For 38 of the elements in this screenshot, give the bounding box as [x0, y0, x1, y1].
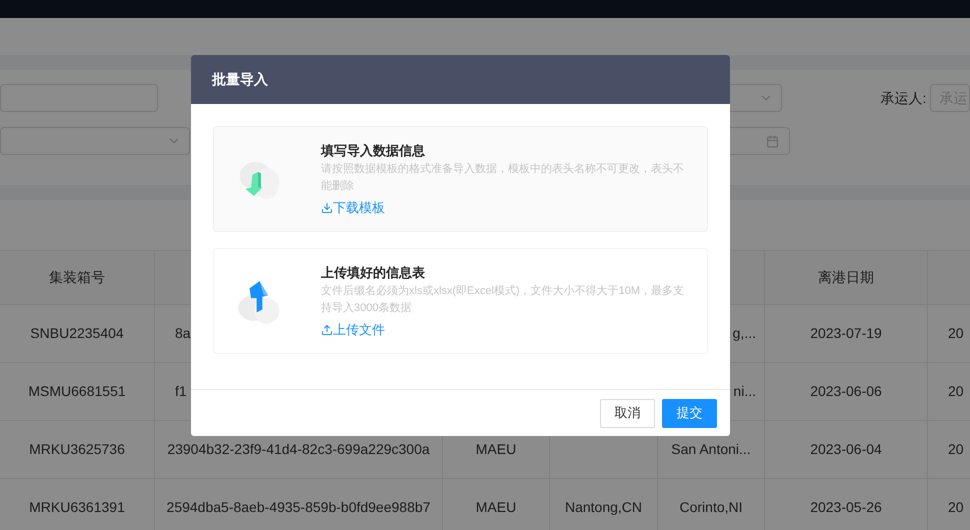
column-header: 集装箱号	[49, 268, 105, 287]
calendar-icon	[766, 134, 779, 148]
table-cell-text: 2023-07-19	[810, 324, 882, 343]
upload-icon	[321, 324, 333, 336]
table-cell-text: MAEU	[476, 440, 516, 459]
table-cell-text: 2023-06-04	[810, 440, 882, 459]
table-cell-text: MAEU	[476, 498, 516, 517]
download-icon	[321, 202, 333, 214]
step-description: 文件后缀名必须为xls或xlsx(即Excel模式)，文件大小不得大于10M，最多支持导入3000条数据	[321, 284, 686, 316]
step-title: 上传填好的信息表	[321, 264, 426, 282]
column-header: 离港日期	[818, 268, 874, 287]
table-cell-text: Corinto,NI	[679, 498, 743, 517]
table-cell-text: 2023-05-26	[810, 498, 882, 517]
table-cell-text: g,...	[732, 324, 756, 343]
table-cell-text: 23904b32-23f9-41d4-82c3-699a229c300a	[167, 440, 430, 459]
table-cell-text: 20	[948, 382, 964, 401]
table-cell-text: Nantong,CN	[564, 498, 642, 517]
table-cell-text: ni...	[733, 382, 756, 401]
table-cell-text: 2023-06-06	[810, 382, 882, 401]
table-cell-text: 20	[948, 324, 964, 343]
table-cell-text: MRKU6361391	[29, 498, 125, 517]
table-cell-text: 20	[948, 440, 964, 459]
table-cell-text: f1	[175, 382, 187, 401]
table-cell-text: MSMU6681551	[28, 382, 126, 401]
step-title: 填写导入数据信息	[321, 142, 426, 160]
filter-select[interactable]	[0, 127, 190, 155]
table-cell-text: SNBU2235404	[30, 324, 124, 343]
download-template-link[interactable]: 下载模板	[321, 198, 385, 218]
table-cell-text: San Antoni...	[671, 440, 751, 459]
table-cell-text: 20	[948, 498, 964, 517]
submit-button[interactable]: 提交	[662, 398, 717, 428]
upload-file-link[interactable]: 上传文件	[321, 320, 385, 340]
dialog-title: 批量导入	[212, 70, 268, 89]
cancel-button[interactable]: 取消	[600, 398, 655, 428]
table-cell-text: MRKU3625736	[29, 440, 125, 459]
table-cell-text: 2594dba5-8aeb-4935-859b-b0fd9ee988b7	[166, 498, 430, 517]
table-cell-text: 8a	[175, 324, 191, 343]
carrier-label: 承运人:	[880, 88, 926, 108]
